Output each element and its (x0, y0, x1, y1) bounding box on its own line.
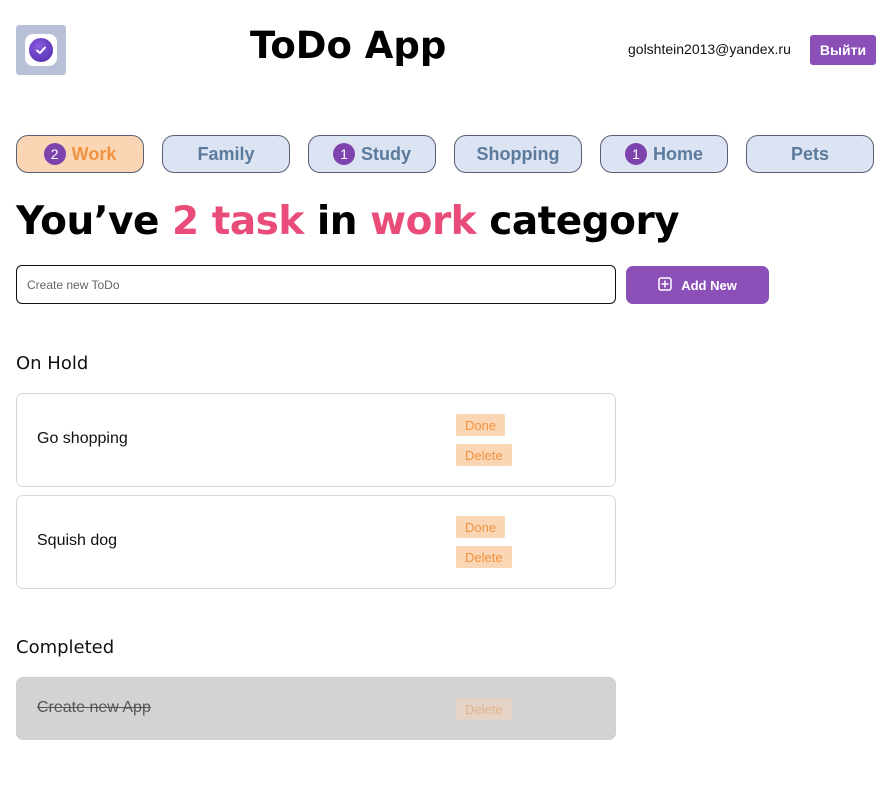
tab-study[interactable]: 1 Study (308, 135, 436, 173)
delete-button[interactable]: Delete (456, 698, 512, 720)
tab-label: Family (197, 143, 255, 164)
add-new-label: Add New (681, 277, 737, 293)
tab-label: Study (360, 143, 411, 164)
tab-work[interactable]: 2 Work (16, 135, 144, 173)
tab-pets[interactable]: Pets (746, 135, 874, 173)
task-count-badge: 1 (332, 143, 355, 165)
tab-home[interactable]: 1 Home (600, 135, 728, 173)
delete-button[interactable]: Delete (456, 444, 512, 466)
task-count-badge: 1 (624, 143, 647, 165)
task-text: Go shopping (37, 430, 128, 447)
user-email: golshtein2013@yandex.ru (628, 41, 791, 57)
on-hold-title: On Hold (16, 353, 89, 374)
task-count-badge: 2 (43, 143, 66, 165)
task-text: Create new App (37, 699, 151, 716)
page-headline: You’ve 2 task in work category (16, 199, 680, 244)
app-title: ToDo App (250, 24, 447, 67)
logout-button[interactable]: Выйти (810, 35, 876, 65)
category-name-text: work (370, 199, 477, 244)
task-card: Squish dog Done Delete (16, 495, 616, 589)
done-button[interactable]: Done (456, 414, 506, 436)
completed-task-card: Create new App Delete (16, 677, 616, 740)
tab-label: Pets (790, 143, 830, 164)
done-button[interactable]: Done (456, 516, 506, 538)
app-logo (16, 25, 66, 75)
tab-label: Home (652, 143, 703, 164)
task-count-text: 2 task (172, 199, 304, 244)
tab-label: Shopping (476, 143, 560, 164)
tab-label: Work (71, 143, 117, 164)
check-circle-icon (29, 38, 53, 62)
plus-square-icon (658, 276, 672, 294)
tab-shopping[interactable]: Shopping (454, 135, 582, 173)
add-new-button[interactable]: Add New (626, 266, 769, 304)
delete-button[interactable]: Delete (456, 546, 512, 568)
tab-family[interactable]: Family (162, 135, 290, 173)
completed-title: Completed (16, 637, 115, 658)
new-todo-input[interactable] (16, 265, 616, 304)
task-text: Squish dog (37, 532, 118, 549)
task-card: Go shopping Done Delete (16, 393, 616, 487)
